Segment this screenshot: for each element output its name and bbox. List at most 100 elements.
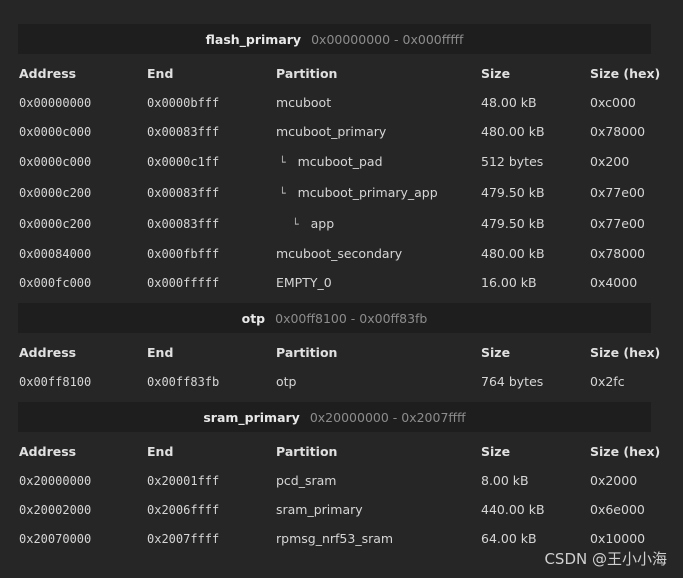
address-cell: 0x0000c200 bbox=[19, 186, 92, 200]
column-header-end: End bbox=[147, 66, 174, 81]
end-cell: 0x2006ffff bbox=[147, 503, 220, 517]
size-hex-cell: 0x2fc bbox=[590, 374, 625, 389]
table-row: 0x20070000 0x2007ffff rpmsg_nrf53_sram 6… bbox=[0, 529, 683, 549]
size-cell: 440.00 kB bbox=[481, 502, 545, 517]
address-cell: 0x20000000 bbox=[19, 474, 92, 488]
end-cell: 0x0000bfff bbox=[147, 96, 220, 110]
column-header-address: Address bbox=[19, 345, 77, 360]
partition-cell: └ mcuboot_pad bbox=[276, 152, 383, 173]
column-header-size: Size bbox=[481, 345, 511, 360]
address-cell: 0x00000000 bbox=[19, 96, 92, 110]
region-range: 0x00ff8100 - 0x00ff83fb bbox=[275, 310, 428, 326]
size-hex-cell: 0x10000 bbox=[590, 531, 646, 546]
end-cell: 0x00ff83fb bbox=[147, 375, 220, 389]
region-header-otp: otp 0x00ff8100 - 0x00ff83fb bbox=[18, 303, 651, 333]
column-header-address: Address bbox=[19, 444, 77, 459]
watermark-text: CSDN @王小小海 bbox=[544, 550, 667, 568]
column-header-partition: Partition bbox=[276, 66, 338, 81]
region-name: sram_primary bbox=[203, 409, 300, 425]
address-cell: 0x20070000 bbox=[19, 532, 92, 546]
region-name: otp bbox=[241, 310, 266, 326]
table-row: 0x00000000 0x0000bfff mcuboot 48.00 kB 0… bbox=[0, 93, 683, 113]
column-header-size-hex: Size (hex) bbox=[590, 444, 661, 459]
table-row: 0x00ff8100 0x00ff83fb otp 764 bytes 0x2f… bbox=[0, 372, 683, 392]
region-header-flash-primary: flash_primary 0x00000000 - 0x000fffff bbox=[18, 24, 651, 54]
column-header-end: End bbox=[147, 345, 174, 360]
size-hex-cell: 0x78000 bbox=[590, 246, 646, 261]
table-row: 0x20002000 0x2006ffff sram_primary 440.0… bbox=[0, 500, 683, 520]
partition-cell: rpmsg_nrf53_sram bbox=[276, 529, 393, 549]
end-cell: 0x00083fff bbox=[147, 186, 220, 200]
column-header-size-hex: Size (hex) bbox=[590, 66, 661, 81]
table-header-row: Address End Partition Size Size (hex) bbox=[0, 343, 683, 363]
size-cell: 512 bytes bbox=[481, 154, 544, 169]
address-cell: 0x00084000 bbox=[19, 247, 92, 261]
partition-name: otp bbox=[276, 374, 297, 389]
end-cell: 0x2007ffff bbox=[147, 532, 220, 546]
column-header-size: Size bbox=[481, 444, 511, 459]
size-hex-cell: 0x2000 bbox=[590, 473, 638, 488]
size-cell: 479.50 kB bbox=[481, 185, 545, 200]
size-hex-cell: 0x6e000 bbox=[590, 502, 645, 517]
partition-cell: otp bbox=[276, 372, 296, 392]
tree-branch-icon: └ bbox=[279, 187, 286, 200]
column-header-partition: Partition bbox=[276, 345, 338, 360]
partition-cell: mcuboot_secondary bbox=[276, 244, 402, 264]
column-header-address: Address bbox=[19, 66, 77, 81]
size-hex-cell: 0xc000 bbox=[590, 95, 636, 110]
end-cell: 0x000fffff bbox=[147, 276, 220, 290]
partition-name: rpmsg_nrf53_sram bbox=[276, 531, 394, 546]
column-header-size: Size bbox=[481, 66, 511, 81]
address-cell: 0x000fc000 bbox=[19, 276, 92, 290]
column-header-size-hex: Size (hex) bbox=[590, 345, 661, 360]
size-cell: 479.50 kB bbox=[481, 216, 545, 231]
end-cell: 0x00083fff bbox=[147, 217, 220, 231]
end-cell: 0x000fbfff bbox=[147, 247, 220, 261]
partition-name: mcuboot bbox=[276, 95, 332, 110]
region-range: 0x20000000 - 0x2007ffff bbox=[309, 409, 466, 425]
region-range: 0x00000000 - 0x000fffff bbox=[311, 31, 464, 47]
partition-name: pcd_sram bbox=[276, 473, 337, 488]
partition-report: flash_primary 0x00000000 - 0x000fffff Ad… bbox=[0, 0, 683, 578]
end-cell: 0x0000c1ff bbox=[147, 155, 220, 169]
table-header-row: Address End Partition Size Size (hex) bbox=[0, 442, 683, 462]
region-header-sram-primary: sram_primary 0x20000000 - 0x2007ffff bbox=[18, 402, 651, 432]
size-cell: 764 bytes bbox=[481, 374, 544, 389]
address-cell: 0x0000c200 bbox=[19, 217, 92, 231]
size-hex-cell: 0x200 bbox=[590, 154, 630, 169]
partition-name: mcuboot_primary_app bbox=[297, 185, 438, 200]
table-header-row: Address End Partition Size Size (hex) bbox=[0, 64, 683, 84]
size-cell: 64.00 kB bbox=[481, 531, 537, 546]
partition-name: sram_primary bbox=[276, 502, 363, 517]
partition-name: mcuboot_secondary bbox=[276, 246, 403, 261]
partition-name: mcuboot_pad bbox=[297, 154, 383, 169]
address-cell: 0x00ff8100 bbox=[19, 375, 92, 389]
size-hex-cell: 0x4000 bbox=[590, 275, 638, 290]
address-cell: 0x0000c000 bbox=[19, 125, 92, 139]
size-cell: 480.00 kB bbox=[481, 124, 545, 139]
size-cell: 48.00 kB bbox=[481, 95, 537, 110]
table-row: 0x0000c200 0x00083fff └ app 479.50 kB 0x7… bbox=[0, 214, 683, 234]
end-cell: 0x00083fff bbox=[147, 125, 220, 139]
address-cell: 0x20002000 bbox=[19, 503, 92, 517]
size-cell: 480.00 kB bbox=[481, 246, 545, 261]
size-cell: 8.00 kB bbox=[481, 473, 529, 488]
tree-branch-icon: └ bbox=[279, 156, 286, 169]
address-cell: 0x0000c000 bbox=[19, 155, 92, 169]
table-row: 0x0000c000 0x0000c1ff └ mcuboot_pad 512 b… bbox=[0, 152, 683, 172]
partition-name: app bbox=[310, 216, 335, 231]
partition-cell: mcuboot_primary bbox=[276, 122, 386, 142]
table-row: 0x0000c200 0x00083fff └ mcuboot_primary_a… bbox=[0, 183, 683, 203]
partition-name: EMPTY_0 bbox=[276, 275, 332, 290]
partition-cell: sram_primary bbox=[276, 500, 363, 520]
table-row: 0x00084000 0x000fbfff mcuboot_secondary … bbox=[0, 244, 683, 264]
size-hex-cell: 0x77e00 bbox=[590, 185, 645, 200]
region-name: flash_primary bbox=[205, 31, 302, 47]
tree-branch-icon: └ bbox=[292, 218, 299, 231]
table-row: 0x0000c000 0x00083fff mcuboot_primary 48… bbox=[0, 122, 683, 142]
partition-cell: mcuboot bbox=[276, 93, 331, 113]
end-cell: 0x20001fff bbox=[147, 474, 220, 488]
table-row: 0x000fc000 0x000fffff EMPTY_0 16.00 kB 0… bbox=[0, 273, 683, 293]
column-header-partition: Partition bbox=[276, 444, 338, 459]
partition-cell: └ app bbox=[276, 214, 334, 235]
